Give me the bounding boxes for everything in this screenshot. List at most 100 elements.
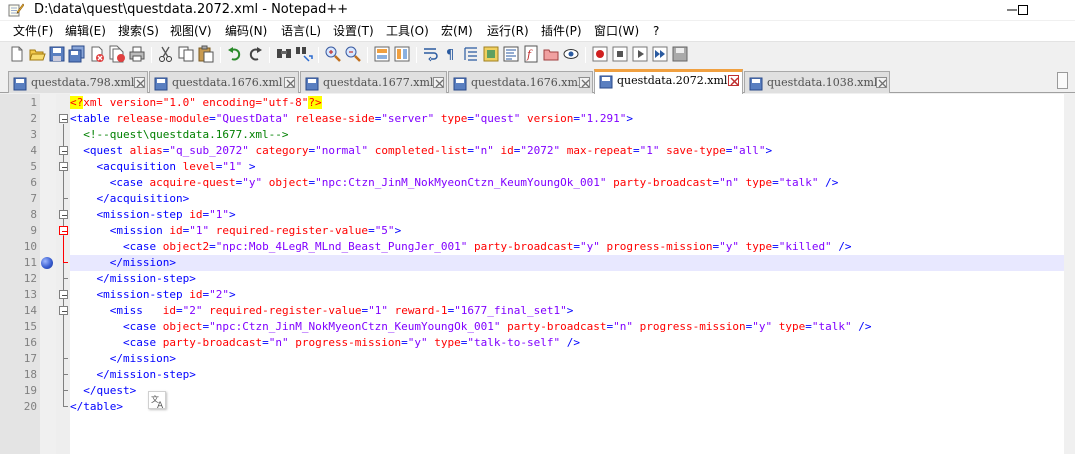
code-text[interactable]: </mission> — [70, 351, 176, 367]
open-file-button[interactable] — [28, 45, 46, 63]
new-file-button[interactable] — [8, 45, 26, 63]
save-macro-button[interactable] — [671, 45, 689, 63]
code-line[interactable]: 7 </acquisition> — [0, 191, 1064, 207]
code-text[interactable]: <miss id="2" required-register-value="1"… — [70, 303, 574, 319]
menu-window[interactable]: 窗口(W) — [594, 23, 639, 39]
code-text[interactable]: <mission id="1" required-register-value=… — [70, 223, 401, 239]
save-button[interactable] — [48, 45, 66, 63]
tab-questdata-1676[interactable]: questdata.1676.xml — [149, 71, 299, 93]
code-text[interactable]: <?xml version="1.0" encoding="utf-8"?> — [70, 95, 322, 111]
tab-close-button[interactable] — [728, 75, 739, 86]
play-macro-button[interactable] — [631, 45, 649, 63]
menu-edit[interactable]: 编辑(E) — [65, 23, 106, 39]
code-line[interactable]: 2 <table release-module="QuestData" relea… — [0, 111, 1064, 127]
code-line[interactable]: 10 <case object2="npc:Mob_4LegR_MLnd_Bea… — [0, 239, 1064, 255]
run-macro-multiple-button[interactable] — [651, 45, 669, 63]
monitoring-button[interactable] — [562, 45, 580, 63]
code-line[interactable]: 14 <miss id="2" required-register-value=… — [0, 303, 1064, 319]
code-text[interactable]: <case object="npc:Ctzn_JinM_NokMyeonCtzn… — [70, 319, 871, 335]
menu-view[interactable]: 视图(V) — [170, 23, 212, 39]
tab-close-button[interactable] — [134, 77, 145, 88]
code-line[interactable]: 5 <acquisition level="1" > — [0, 159, 1064, 175]
code-line[interactable]: 11 </mission> — [0, 255, 1064, 271]
doc-map-button[interactable] — [502, 45, 520, 63]
replace-button[interactable] — [295, 45, 313, 63]
code-text[interactable]: <acquisition level="1" > — [70, 159, 256, 175]
code-line[interactable]: 9 <mission id="1" required-register-valu… — [0, 223, 1064, 239]
tab-questdata-1677[interactable]: questdata.1677.xml — [300, 71, 447, 93]
code-text[interactable]: </table> — [70, 399, 123, 415]
code-line[interactable]: 1 <?xml version="1.0" encoding="utf-8"?> — [0, 95, 1064, 111]
code-text[interactable]: <case party-broadcast="n" progress-missi… — [70, 335, 580, 351]
save-all-button[interactable] — [68, 45, 86, 63]
menu-search[interactable]: 搜索(S) — [118, 23, 159, 39]
cut-button[interactable] — [157, 45, 175, 63]
code-line[interactable]: 15 <case object="npc:Ctzn_JinM_NokMyeonC… — [0, 319, 1064, 335]
code-text[interactable]: <table release-module="QuestData" releas… — [70, 111, 633, 127]
code-line[interactable]: 3 <!--quest\questdata.1677.xml--> — [0, 127, 1064, 143]
menu-tools[interactable]: 工具(O) — [386, 23, 429, 39]
sync-horizontal-button[interactable] — [393, 45, 411, 63]
menu-macro[interactable]: 宏(M) — [441, 23, 473, 39]
copy-button[interactable] — [177, 45, 195, 63]
code-text[interactable]: <case object2="npc:Mob_4LegR_MLnd_Beast_… — [70, 239, 852, 255]
menu-file[interactable]: 文件(F) — [13, 23, 53, 39]
code-line[interactable]: 12 </mission-step> — [0, 271, 1064, 287]
menu-plugins[interactable]: 插件(P) — [541, 23, 582, 39]
code-text[interactable]: <mission-step id="1"> — [70, 207, 236, 223]
code-text[interactable]: </mission-step> — [70, 367, 196, 383]
word-wrap-button[interactable] — [422, 45, 440, 63]
code-line[interactable]: 4 <quest alias="q_sub_2072" category="no… — [0, 143, 1064, 159]
find-button[interactable] — [275, 45, 293, 63]
code-text[interactable]: </mission-step> — [70, 271, 196, 287]
folder-workspace-button[interactable] — [542, 45, 560, 63]
editor-pane[interactable]: 1 <?xml version="1.0" encoding="utf-8"?> 2… — [0, 94, 1075, 454]
menu-encoding[interactable]: 编码(N) — [225, 23, 267, 39]
tab-close-button[interactable] — [876, 77, 887, 88]
tab-questdata-1038[interactable]: questdata.1038.xml — [744, 71, 890, 93]
stop-record-button[interactable] — [611, 45, 629, 63]
lang-define-button[interactable] — [482, 45, 500, 63]
code-text[interactable]: <mission-step id="2"> — [70, 287, 236, 303]
show-all-chars-button[interactable]: ¶ — [442, 45, 460, 63]
close-button[interactable] — [88, 45, 106, 63]
close-all-button[interactable] — [108, 45, 126, 63]
translate-popup[interactable]: 文 A — [148, 391, 166, 410]
code-text[interactable]: </acquisition> — [70, 191, 190, 207]
paste-button[interactable] — [197, 45, 215, 63]
tab-close-button[interactable] — [433, 77, 444, 88]
record-macro-button[interactable] — [591, 45, 609, 63]
sync-vertical-button[interactable] — [373, 45, 391, 63]
code-line[interactable]: 8 <mission-step id="1"> — [0, 207, 1064, 223]
code-line[interactable]: 13 <mission-step id="2"> — [0, 287, 1064, 303]
code-text[interactable]: </quest> — [70, 383, 136, 399]
tab-close-button[interactable] — [579, 77, 590, 88]
menu-run[interactable]: 运行(R) — [487, 23, 529, 39]
zoom-out-button[interactable] — [344, 45, 362, 63]
menu-settings[interactable]: 设置(T) — [333, 23, 374, 39]
print-button[interactable] — [128, 45, 146, 63]
code-text[interactable]: <!--quest\questdata.1677.xml--> — [70, 127, 288, 143]
code-line[interactable]: 18 </mission-step> — [0, 367, 1064, 383]
tab-questdata-2072[interactable]: questdata.2072.xml — [594, 69, 743, 94]
zoom-in-button[interactable] — [324, 45, 342, 63]
code-line[interactable]: 6 <case acquire-quest="y" object="npc:Ct… — [0, 175, 1064, 191]
code-line[interactable]: 17 </mission> — [0, 351, 1064, 367]
code-text[interactable]: </mission> — [70, 255, 176, 271]
indent-guide-button[interactable] — [462, 45, 480, 63]
tab-questdata-1676-b[interactable]: questdata.1676.xml — [448, 71, 593, 93]
tab-close-button[interactable] — [284, 77, 295, 88]
function-list-button[interactable]: f — [522, 45, 540, 63]
redo-button[interactable] — [246, 45, 264, 63]
tab-questdata-798[interactable]: questdata.798.xml — [8, 71, 148, 93]
code-text[interactable]: <quest alias="q_sub_2072" category="norm… — [70, 143, 772, 159]
code-line[interactable]: 16 <case party-broadcast="n" progress-mi… — [0, 335, 1064, 351]
vertical-scrollbar[interactable] — [1064, 94, 1075, 454]
code-text[interactable]: <case acquire-quest="y" object="npc:Ctzn… — [70, 175, 839, 191]
menu-help[interactable]: ? — [653, 23, 659, 39]
menu-language[interactable]: 语言(L) — [281, 23, 321, 39]
maximize-button[interactable] — [1000, 0, 1046, 20]
indent-guide-icon — [464, 47, 477, 61]
undo-button[interactable] — [226, 45, 244, 63]
tab-scroll-button[interactable] — [1057, 72, 1068, 89]
